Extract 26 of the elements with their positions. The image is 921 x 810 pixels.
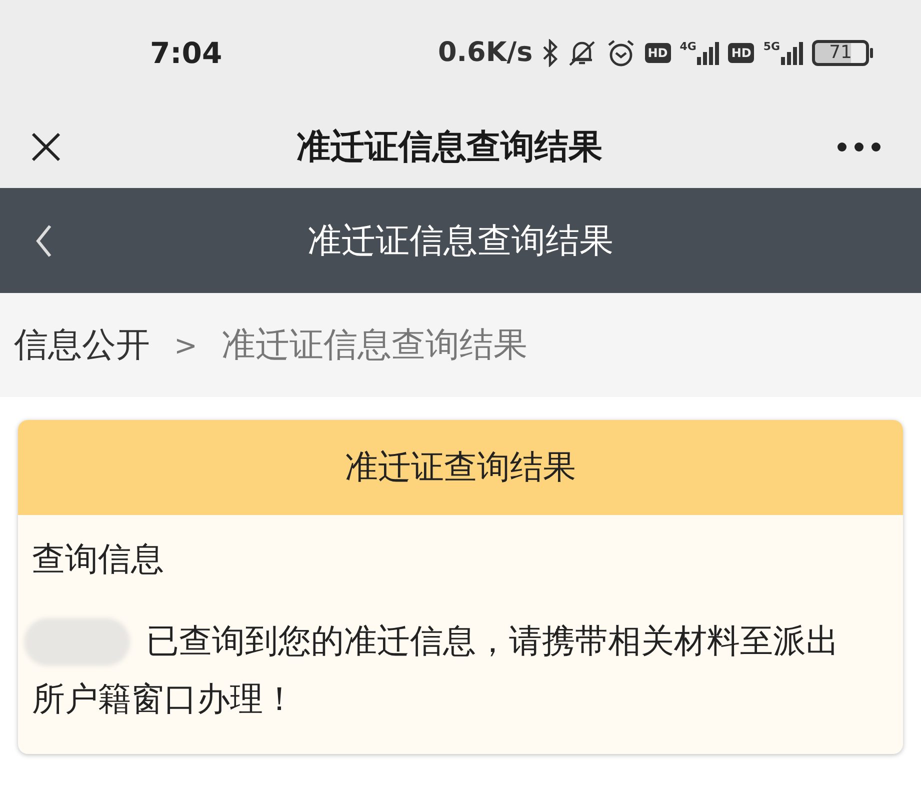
signal-bars-icon — [781, 40, 804, 64]
hd-badge: HD — [728, 42, 754, 62]
clock-time: 7:04 — [150, 36, 222, 70]
close-button[interactable] — [30, 130, 62, 162]
result-message: 已查询到您的准迁信息，请携带相关材料至派出所户籍窗口办理！ — [32, 621, 839, 718]
more-icon — [837, 142, 881, 152]
card-title: 准迁证查询结果 — [18, 420, 903, 515]
bluetooth-icon — [542, 38, 558, 66]
muted-bell-icon — [566, 38, 597, 66]
alarm-clock-icon — [606, 38, 636, 68]
network-type: 4G — [680, 40, 696, 52]
battery-tip — [870, 48, 873, 58]
back-icon — [36, 224, 52, 258]
header-title: 准迁证信息查询结果 — [308, 220, 614, 262]
battery-indicator: 71 — [812, 40, 869, 66]
section-label: 查询信息 — [32, 538, 165, 580]
breadcrumb-separator: > — [174, 328, 198, 362]
network-type: 5G — [763, 40, 780, 52]
signal-bars-icon — [697, 40, 720, 64]
close-icon — [30, 130, 62, 162]
hd-badge: HD — [644, 42, 671, 62]
breadcrumb-link[interactable]: 信息公开 — [14, 322, 150, 368]
back-button[interactable] — [36, 224, 52, 258]
page-title: 准迁证信息查询结果 — [296, 126, 602, 168]
network-speed: 0.6K/s — [438, 37, 533, 68]
more-button[interactable] — [837, 142, 881, 152]
